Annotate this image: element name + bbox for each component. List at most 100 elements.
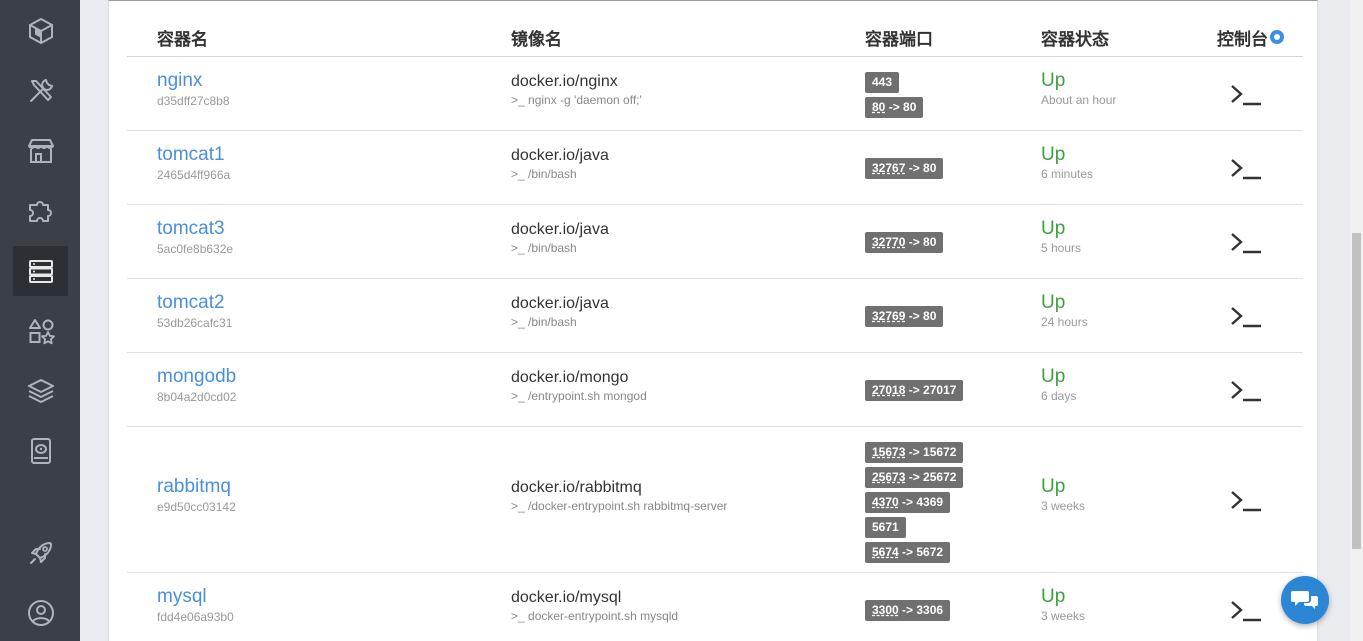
uptime-text: 3 weeks — [1041, 609, 1086, 623]
port-badge: 32767 -> 80 — [865, 158, 944, 179]
header-container-name[interactable]: 容器名 — [157, 25, 208, 50]
console-button[interactable] — [1229, 489, 1263, 518]
host-port-link[interactable]: 3300 — [872, 603, 899, 617]
container-name-cell: nginx d35dff27c8b8 — [157, 70, 230, 108]
image-name: docker.io/mysql — [511, 589, 622, 606]
uptime-text: 5 hours — [1041, 241, 1082, 255]
container-name-cell: mongodb 8b04a2d0cd02 — [157, 366, 236, 404]
container-port: 80 — [923, 235, 937, 249]
container-name-link[interactable]: nginx — [157, 70, 230, 92]
header-container-status[interactable]: 容器状态 — [1041, 25, 1109, 50]
terminal-prompt-icon — [1231, 601, 1261, 622]
table-row: tomcat1 2465d4ff966a docker.io/java >_ /bin… — [127, 131, 1303, 205]
sidebar-item-tools[interactable] — [13, 66, 68, 116]
container-name-cell: rabbitmq e9d50cc03142 — [157, 476, 236, 514]
chat-bubbles-icon — [1291, 591, 1318, 609]
logo-cube-icon — [28, 17, 53, 45]
header-image-name[interactable]: 镜像名 — [511, 25, 562, 50]
status-cell: Up 6 days — [1041, 366, 1076, 403]
console-button[interactable] — [1229, 305, 1263, 334]
container-name-cell: mysql fdd4e06a93b0 — [157, 586, 234, 624]
sidebar-item-containers[interactable] — [13, 246, 68, 296]
sidebar-item-home[interactable] — [13, 6, 68, 56]
sidebar-item-apps[interactable] — [13, 306, 68, 356]
container-name-link[interactable]: mongodb — [157, 366, 236, 388]
status-text: Up — [1041, 586, 1066, 607]
container-name-cell: tomcat2 53db26cafc31 — [157, 292, 232, 330]
sidebar-item-store[interactable] — [13, 126, 68, 176]
status-cell: Up 5 hours — [1041, 218, 1081, 255]
container-port: 5672 — [916, 545, 944, 559]
store-icon — [27, 139, 54, 163]
layers-icon — [27, 379, 54, 403]
container-id: 5ac0fe8b632e — [157, 242, 234, 256]
server-stack-icon — [28, 260, 53, 283]
image-name: docker.io/nginx — [511, 73, 618, 90]
chat-button[interactable] — [1281, 576, 1329, 624]
container-port: 27017 — [923, 383, 957, 397]
container-id: 2465d4ff966a — [157, 168, 231, 182]
header-container-ports[interactable]: 容器端口 — [865, 25, 933, 50]
container-name-link[interactable]: tomcat3 — [157, 218, 233, 240]
terminal-prompt-icon — [1231, 491, 1261, 512]
sidebar-item-plugins[interactable] — [13, 186, 68, 236]
port-badge: 5674 -> 5672 — [865, 542, 951, 563]
container-name-link[interactable]: tomcat1 — [157, 144, 230, 166]
port-badge: 32770 -> 80 — [865, 232, 944, 253]
status-text: Up — [1041, 144, 1066, 165]
container-command: >_ /bin/bash — [511, 241, 577, 255]
image-cell: docker.io/java >_ /bin/bash — [511, 294, 609, 329]
sidebar-item-user[interactable] — [13, 588, 68, 638]
host-port-link[interactable]: 15673 — [872, 445, 905, 459]
container-id: e9d50cc03142 — [157, 500, 236, 514]
port-badge: 32769 -> 80 — [865, 306, 944, 327]
sidebar-item-volumes[interactable] — [13, 426, 68, 476]
image-name: docker.io/rabbitmq — [511, 479, 642, 496]
status-cell: Up 24 hours — [1041, 292, 1088, 329]
container-name-link[interactable]: rabbitmq — [157, 476, 236, 498]
container-port: 80 — [923, 309, 937, 323]
sidebar-item-deploy[interactable] — [13, 528, 68, 578]
container-port: 80 — [923, 161, 937, 175]
host-port-link[interactable]: 25673 — [872, 470, 905, 484]
host-port-link[interactable]: 80 — [872, 100, 885, 114]
host-port-link[interactable]: 32767 — [872, 161, 905, 175]
page-scrollbar[interactable] — [1350, 0, 1363, 641]
container-command: >_ /docker-entrypoint.sh rabbitmq-server — [511, 499, 728, 513]
container-id: 53db26cafc31 — [157, 316, 233, 330]
sidebar-item-images[interactable] — [13, 366, 68, 416]
table-row: nginx d35dff27c8b8 docker.io/nginx >_ nginx… — [127, 57, 1303, 131]
status-cell: Up 6 minutes — [1041, 144, 1093, 181]
container-id: 8b04a2d0cd02 — [157, 390, 237, 404]
host-port-link[interactable]: 32769 — [872, 309, 905, 323]
settings-badge-icon[interactable] — [1270, 30, 1284, 44]
exposed-port: 443 — [872, 75, 893, 89]
status-cell: Up 3 weeks — [1041, 476, 1085, 513]
container-name-link[interactable]: mysql — [157, 586, 234, 608]
table-row: tomcat3 5ac0fe8b632e docker.io/java >_ /bin… — [127, 205, 1303, 279]
container-name-link[interactable]: tomcat2 — [157, 292, 232, 314]
console-button[interactable] — [1229, 231, 1263, 260]
host-port-link[interactable]: 4370 — [872, 495, 899, 509]
container-name-cell: tomcat3 5ac0fe8b632e — [157, 218, 233, 256]
uptime-text: 24 hours — [1041, 315, 1088, 329]
console-button[interactable] — [1229, 83, 1263, 112]
container-id: fdd4e06a93b0 — [157, 610, 234, 624]
port-badge: 3300 -> 3306 — [865, 600, 951, 621]
host-port-link[interactable]: 27018 — [872, 383, 905, 397]
header-console-label: 控制台 — [1217, 30, 1268, 50]
terminal-prompt-icon — [1231, 307, 1261, 328]
container-list-panel: 容器名 镜像名 容器端口 容器状态 控制台 nginx d35dff27c8b8 d… — [108, 0, 1318, 641]
host-port-link[interactable]: 32770 — [872, 235, 905, 249]
console-button[interactable] — [1229, 379, 1263, 408]
console-button[interactable] — [1229, 157, 1263, 186]
image-cell: docker.io/mongo >_ /entrypoint.sh mongod — [511, 368, 647, 403]
table-body: nginx d35dff27c8b8 docker.io/nginx >_ nginx… — [127, 57, 1303, 641]
rocket-icon — [29, 542, 52, 564]
status-text: Up — [1041, 70, 1066, 91]
status-text: Up — [1041, 366, 1066, 387]
scrollbar-thumb[interactable] — [1352, 233, 1361, 549]
image-name: docker.io/mongo — [511, 369, 629, 386]
host-port-link[interactable]: 5674 — [872, 545, 899, 559]
console-button[interactable] — [1229, 599, 1263, 628]
